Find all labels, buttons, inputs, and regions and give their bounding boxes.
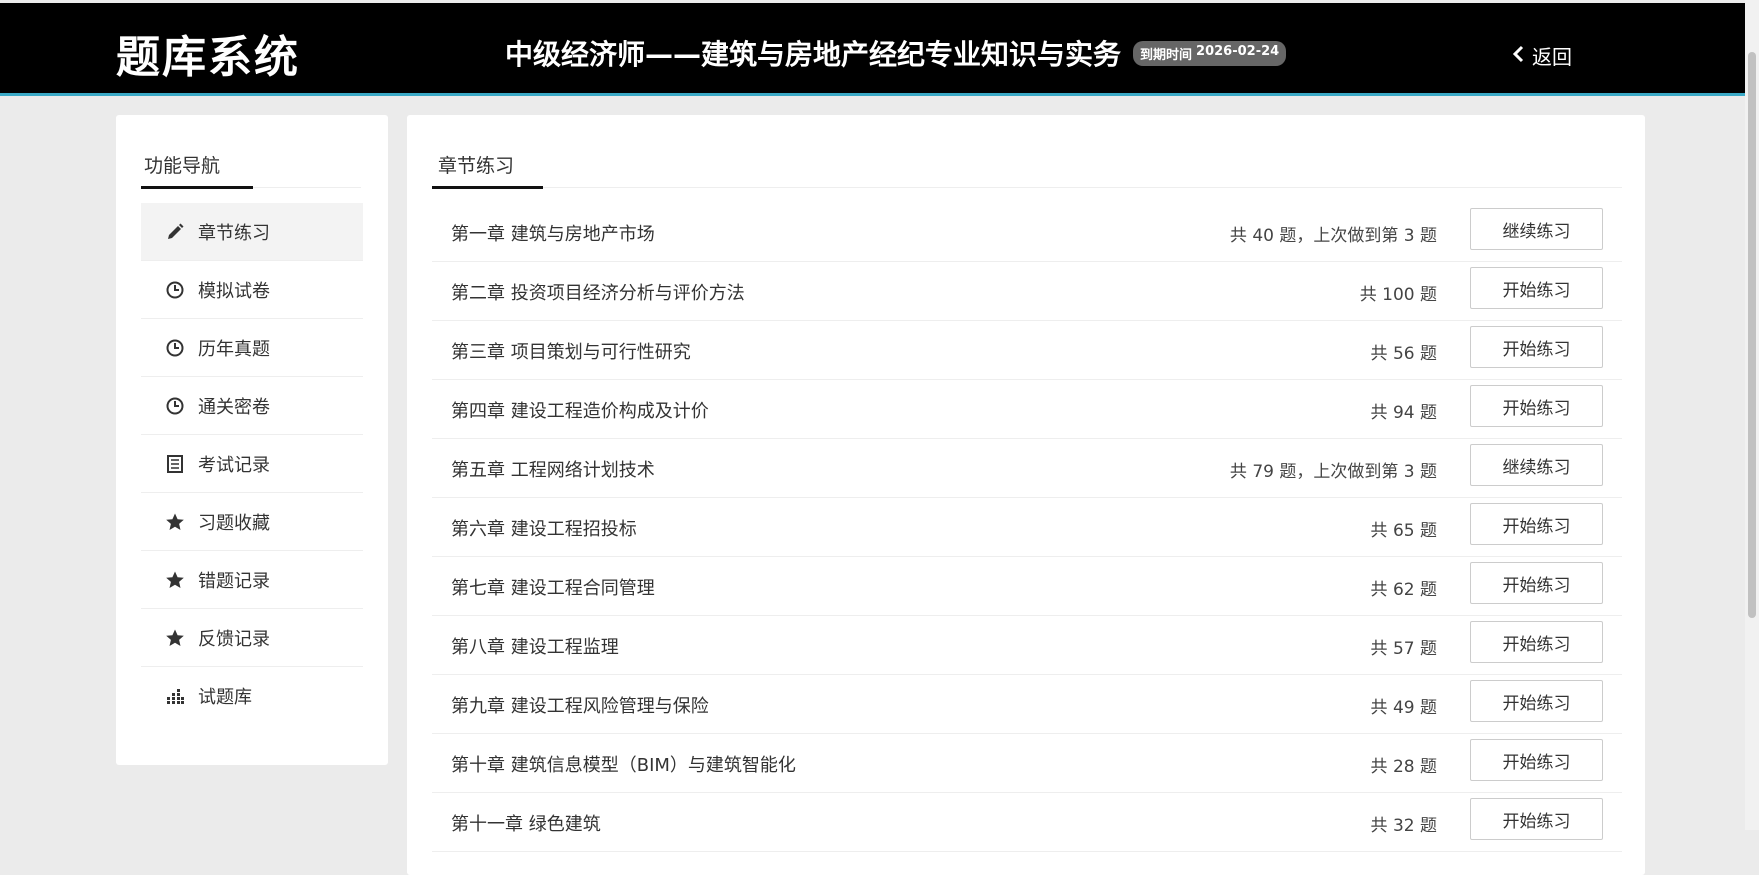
chapter-meta: 共 100 题 (1359, 285, 1437, 305)
chapter-meta: 共 56 题 (1370, 344, 1437, 364)
chapter-row: 第六章 建设工程招投标 共 65 题 开始练习 (432, 498, 1622, 557)
star-icon (165, 570, 185, 590)
chapter-list: 第一章 建筑与房地产市场 共 40 题，上次做到第 3 题 继续练习 第二章 投… (432, 203, 1622, 852)
pencil-icon (165, 222, 185, 242)
back-label: 返回 (1532, 45, 1572, 69)
sidebar-item-label: 反馈记录 (198, 628, 270, 650)
list-icon (165, 454, 185, 474)
sidebar-item-question-bank[interactable]: 试题库 (141, 667, 363, 724)
chapter-title: 第十一章 绿色建筑 (451, 814, 601, 835)
sidebar-title-underline (141, 186, 253, 189)
main-panel: 章节练习 第一章 建筑与房地产市场 共 40 题，上次做到第 3 题 继续练习 … (407, 115, 1645, 875)
sidebar: 功能导航 章节练习 模拟试卷 历年真题 通关密卷 考试记录 习题收藏 错题记录 … (116, 115, 388, 765)
sidebar-item-feedback[interactable]: 反馈记录 (141, 609, 363, 667)
sidebar-item-past-exams[interactable]: 历年真题 (141, 319, 363, 377)
chapter-row: 第十一章 绿色建筑 共 32 题 开始练习 (432, 793, 1622, 852)
start-practice-button[interactable]: 开始练习 (1470, 385, 1603, 427)
page-title-underline (432, 186, 543, 189)
sidebar-nav: 章节练习 模拟试卷 历年真题 通关密卷 考试记录 习题收藏 错题记录 反馈记录 … (141, 203, 363, 724)
sidebar-header: 功能导航 (141, 151, 361, 189)
chapter-meta: 共 65 题 (1370, 521, 1437, 541)
main-header: 章节练习 (432, 151, 1622, 189)
grid-icon (165, 686, 185, 706)
chapter-meta: 共 57 题 (1370, 639, 1437, 659)
sidebar-item-label: 错题记录 (198, 570, 270, 592)
sidebar-item-exam-records[interactable]: 考试记录 (141, 435, 363, 493)
sidebar-item-label: 试题库 (198, 686, 252, 708)
chapter-row: 第三章 项目策划与可行性研究 共 56 题 开始练习 (432, 321, 1622, 380)
chapter-meta: 共 79 题，上次做到第 3 题 (1229, 462, 1437, 482)
sidebar-item-chapter-practice[interactable]: 章节练习 (141, 203, 363, 261)
chapter-title: 第七章 建设工程合同管理 (451, 578, 655, 599)
star-icon (165, 512, 185, 532)
clock-icon (165, 280, 185, 300)
chapter-row: 第二章 投资项目经济分析与评价方法 共 100 题 开始练习 (432, 262, 1622, 321)
chevron-left-icon (1512, 44, 1526, 68)
chapter-row: 第五章 工程网络计划技术 共 79 题，上次做到第 3 题 继续练习 (432, 439, 1622, 498)
start-practice-button[interactable]: 开始练习 (1470, 267, 1603, 309)
sidebar-item-label: 习题收藏 (198, 512, 270, 534)
chapter-row: 第一章 建筑与房地产市场 共 40 题，上次做到第 3 题 继续练习 (432, 203, 1622, 262)
chapter-title: 第四章 建设工程造价构成及计价 (451, 401, 709, 422)
start-practice-button[interactable]: 开始练习 (1470, 562, 1603, 604)
exam-title: 中级经济师——建筑与房地产经纪专业知识与实务 到期时间 2026-02-24 (505, 33, 1287, 73)
chapter-row: 第十章 建筑信息模型（BIM）与建筑智能化 共 28 题 开始练习 (432, 734, 1622, 793)
back-button[interactable]: 返回 (1512, 41, 1572, 70)
chapter-title: 第八章 建设工程监理 (451, 637, 619, 658)
chapter-meta: 共 40 题，上次做到第 3 题 (1229, 226, 1437, 246)
sidebar-item-label: 考试记录 (198, 454, 270, 476)
expiry-date: 2026-02-24 (1196, 43, 1280, 59)
exam-title-text: 中级经济师——建筑与房地产经纪专业知识与实务 (505, 38, 1122, 71)
expiry-label: 到期时间 (1140, 47, 1193, 63)
chapter-row: 第九章 建设工程风险管理与保险 共 49 题 开始练习 (432, 675, 1622, 734)
sidebar-item-label: 历年真题 (198, 338, 270, 360)
chapter-title: 第六章 建设工程招投标 (451, 519, 637, 540)
chapter-title: 第三章 项目策划与可行性研究 (451, 342, 691, 363)
scrollbar-thumb[interactable] (1748, 52, 1756, 618)
continue-practice-button[interactable]: 继续练习 (1470, 208, 1603, 250)
chapter-meta: 共 28 题 (1370, 757, 1437, 777)
start-practice-button[interactable]: 开始练习 (1470, 503, 1603, 545)
sidebar-item-wrong-answers[interactable]: 错题记录 (141, 551, 363, 609)
start-practice-button[interactable]: 开始练习 (1470, 326, 1603, 368)
sidebar-item-label: 章节练习 (198, 222, 270, 244)
clock-icon (165, 396, 185, 416)
chapter-row: 第四章 建设工程造价构成及计价 共 94 题 开始练习 (432, 380, 1622, 439)
chapter-meta: 共 94 题 (1370, 403, 1437, 423)
chapter-row: 第七章 建设工程合同管理 共 62 题 开始练习 (432, 557, 1622, 616)
chapter-meta: 共 49 题 (1370, 698, 1437, 718)
sidebar-item-label: 通关密卷 (198, 396, 270, 418)
start-practice-button[interactable]: 开始练习 (1470, 798, 1603, 840)
sidebar-item-secret-papers[interactable]: 通关密卷 (141, 377, 363, 435)
sidebar-title: 功能导航 (144, 155, 221, 177)
chapter-meta: 共 62 题 (1370, 580, 1437, 600)
chapter-title: 第二章 投资项目经济分析与评价方法 (451, 283, 745, 304)
star-icon (165, 628, 185, 648)
page-scrollbar[interactable] (1745, 0, 1759, 830)
start-practice-button[interactable]: 开始练习 (1470, 621, 1603, 663)
chapter-title: 第五章 工程网络计划技术 (451, 460, 655, 481)
chapter-row: 第八章 建设工程监理 共 57 题 开始练习 (432, 616, 1622, 675)
expiry-badge: 到期时间 2026-02-24 (1133, 40, 1287, 66)
continue-practice-button[interactable]: 继续练习 (1470, 444, 1603, 486)
sidebar-item-mock-exam[interactable]: 模拟试卷 (141, 261, 363, 319)
clock-icon (165, 338, 185, 358)
start-practice-button[interactable]: 开始练习 (1470, 680, 1603, 722)
app-logo: 题库系统 (116, 32, 300, 83)
chapter-title: 第一章 建筑与房地产市场 (451, 224, 655, 245)
chapter-meta: 共 32 题 (1370, 816, 1437, 836)
sidebar-item-label: 模拟试卷 (198, 280, 270, 302)
sidebar-item-favorites[interactable]: 习题收藏 (141, 493, 363, 551)
top-header: 题库系统 中级经济师——建筑与房地产经纪专业知识与实务 到期时间 2026-02… (0, 3, 1745, 96)
chapter-title: 第九章 建设工程风险管理与保险 (451, 696, 709, 717)
start-practice-button[interactable]: 开始练习 (1470, 739, 1603, 781)
chapter-title: 第十章 建筑信息模型（BIM）与建筑智能化 (451, 755, 796, 776)
page-title: 章节练习 (438, 155, 515, 177)
